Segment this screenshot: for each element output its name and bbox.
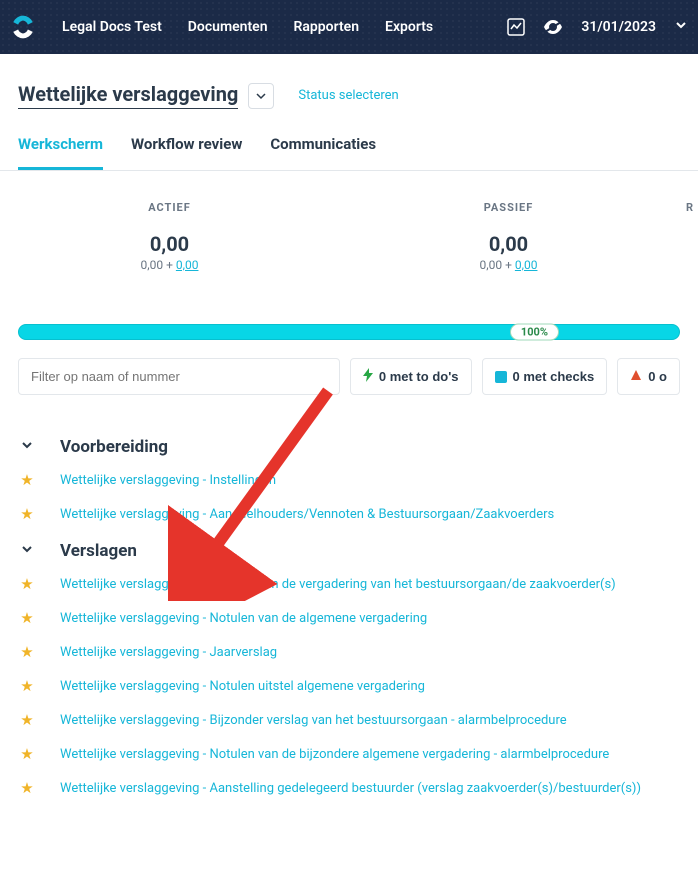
star-icon[interactable]: ★ bbox=[18, 677, 36, 695]
filter-other-button[interactable]: 0 o bbox=[617, 358, 680, 395]
star-icon[interactable]: ★ bbox=[18, 779, 36, 797]
section-title: Voorbereiding bbox=[60, 437, 168, 457]
filter-row: 0 met to do's 0 met checks 0 o bbox=[0, 358, 698, 417]
star-icon[interactable]: ★ bbox=[18, 575, 36, 593]
star-icon[interactable]: ★ bbox=[18, 643, 36, 661]
list-item: ★ Wettelijke verslaggeving - Bijzonder v… bbox=[18, 703, 680, 737]
star-icon[interactable]: ★ bbox=[18, 471, 36, 489]
list-item: ★ Wettelijke verslaggeving - Notulen van… bbox=[18, 601, 680, 635]
nav-documenten[interactable]: Documenten bbox=[188, 19, 268, 35]
nav-exports[interactable]: Exports bbox=[385, 19, 433, 35]
list-item: ★ Wettelijke verslaggeving - Notulen van… bbox=[18, 737, 680, 771]
progress-pct-badge: 100% bbox=[510, 324, 559, 341]
row-link[interactable]: Wettelijke verslaggeving - Aandeelhouder… bbox=[60, 507, 554, 522]
title-dropdown-button[interactable] bbox=[248, 83, 274, 109]
triangle-icon bbox=[630, 369, 642, 384]
page-header: Wettelijke verslaggeving Status selecter… bbox=[0, 54, 698, 109]
star-icon[interactable]: ★ bbox=[18, 505, 36, 523]
stat-sub-link[interactable]: 0,00 bbox=[176, 258, 199, 272]
row-link[interactable]: Wettelijke verslaggeving - Notulen uitst… bbox=[60, 679, 425, 694]
square-icon bbox=[495, 371, 507, 383]
bolt-icon bbox=[363, 368, 373, 385]
list-item: ★ Wettelijke verslaggeving - Notulen van… bbox=[18, 567, 680, 601]
stat-label: ACTIEF bbox=[0, 201, 339, 214]
section-head-voorbereiding: Voorbereiding bbox=[18, 427, 680, 463]
chevron-down-icon[interactable] bbox=[18, 439, 36, 455]
stat-sub-plain: 0,00 + bbox=[480, 258, 515, 272]
chart-icon[interactable] bbox=[507, 18, 525, 36]
list-item: ★ Wettelijke verslaggeving - Aandeelhoud… bbox=[18, 497, 680, 531]
row-link[interactable]: Wettelijke verslaggeving - Notulen van d… bbox=[60, 577, 616, 592]
nav-rapporten[interactable]: Rapporten bbox=[294, 19, 360, 35]
filter-input[interactable] bbox=[18, 358, 340, 395]
row-link[interactable]: Wettelijke verslaggeving - Instellingen bbox=[60, 473, 276, 488]
period-date[interactable]: 31/01/2023 bbox=[581, 19, 656, 35]
tab-werkscherm[interactable]: Werkscherm bbox=[18, 135, 103, 170]
page-title[interactable]: Wettelijke verslaggeving bbox=[18, 82, 238, 109]
row-link[interactable]: Wettelijke verslaggeving - Aanstelling g… bbox=[60, 781, 641, 796]
list-item: ★ Wettelijke verslaggeving - Notulen uit… bbox=[18, 669, 680, 703]
visibility-icon[interactable] bbox=[543, 20, 563, 34]
stat-label: R bbox=[678, 201, 694, 214]
stat-sub-plain: 0,00 + bbox=[141, 258, 176, 272]
filter-checks-label: 0 met checks bbox=[513, 369, 595, 384]
caret-down-icon bbox=[256, 91, 266, 101]
section-head-verslagen: Verslagen bbox=[18, 531, 680, 567]
stat-label: PASSIEF bbox=[339, 201, 678, 214]
list-item: ★ Wettelijke verslaggeving - Instellinge… bbox=[18, 463, 680, 497]
app-logo-icon[interactable] bbox=[10, 14, 36, 40]
stat-passief: PASSIEF 0,00 0,00 + 0,00 bbox=[339, 201, 678, 272]
star-icon[interactable]: ★ bbox=[18, 609, 36, 627]
progress-bar: 100% bbox=[18, 324, 680, 340]
list-item: ★ Wettelijke verslaggeving - Jaarverslag bbox=[18, 635, 680, 669]
chevron-down-icon[interactable] bbox=[18, 543, 36, 559]
tab-workflow-review[interactable]: Workflow review bbox=[131, 135, 242, 170]
progress-wrap: 100% bbox=[0, 324, 698, 358]
stat-value: 0,00 bbox=[339, 232, 678, 256]
tab-communicaties[interactable]: Communicaties bbox=[270, 135, 376, 170]
chevron-down-icon[interactable] bbox=[674, 18, 688, 36]
stat-sub-link[interactable]: 0,00 bbox=[515, 258, 538, 272]
row-link[interactable]: Wettelijke verslaggeving - Notulen van d… bbox=[60, 611, 427, 626]
status-select-link[interactable]: Status selecteren bbox=[298, 88, 398, 103]
row-link[interactable]: Wettelijke verslaggeving - Notulen van d… bbox=[60, 747, 609, 762]
stat-sub: 0,00 + 0,00 bbox=[339, 258, 678, 272]
stat-actief: ACTIEF 0,00 0,00 + 0,00 bbox=[0, 201, 339, 272]
row-link[interactable]: Wettelijke verslaggeving - Bijzonder ver… bbox=[60, 713, 567, 728]
stat-sub: 0,00 + 0,00 bbox=[0, 258, 339, 272]
tabs: Werkscherm Workflow review Communicaties bbox=[0, 135, 698, 171]
list-item: ★ Wettelijke verslaggeving - Aanstelling… bbox=[18, 771, 680, 805]
row-link[interactable]: Wettelijke verslaggeving - Jaarverslag bbox=[60, 645, 277, 660]
stat-value: 0,00 bbox=[0, 232, 339, 256]
filter-todos-button[interactable]: 0 met to do's bbox=[350, 358, 472, 395]
sections: Voorbereiding ★ Wettelijke verslaggeving… bbox=[0, 417, 698, 825]
filter-other-label: 0 o bbox=[648, 369, 667, 384]
top-nav: Legal Docs Test Documenten Rapporten Exp… bbox=[0, 0, 698, 54]
filter-todos-label: 0 met to do's bbox=[379, 369, 459, 384]
filter-checks-button[interactable]: 0 met checks bbox=[482, 358, 608, 395]
stats-row: ACTIEF 0,00 0,00 + 0,00 PASSIEF 0,00 0,0… bbox=[0, 171, 698, 300]
nav-legal-docs[interactable]: Legal Docs Test bbox=[62, 19, 162, 35]
stat-r: R bbox=[678, 201, 698, 272]
section-title: Verslagen bbox=[60, 541, 137, 561]
star-icon[interactable]: ★ bbox=[18, 711, 36, 729]
star-icon[interactable]: ★ bbox=[18, 745, 36, 763]
